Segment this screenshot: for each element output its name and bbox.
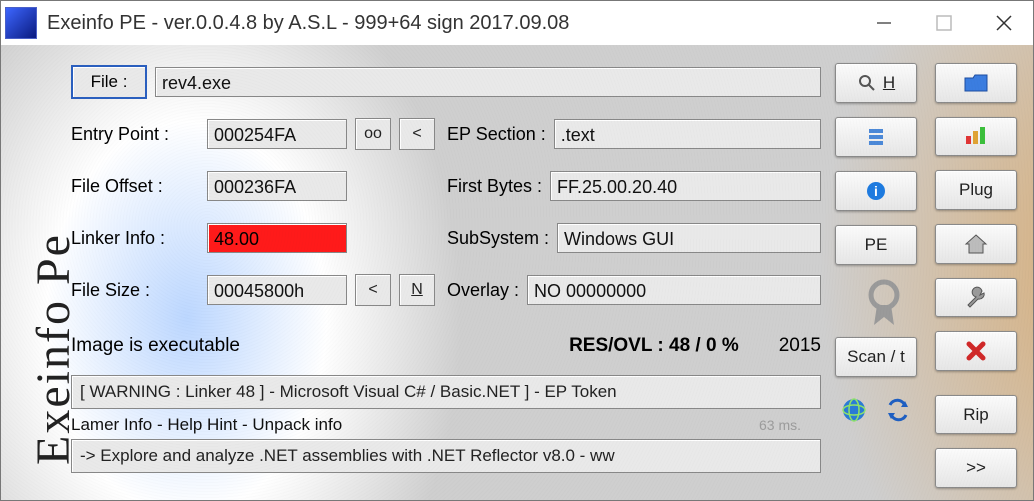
info-button[interactable]: i bbox=[835, 171, 917, 211]
window-body: Exeinfo Pe File : rev4.exe Entry Point :… bbox=[1, 45, 1033, 500]
refresh-button[interactable] bbox=[885, 397, 911, 426]
forward-button[interactable]: >> bbox=[935, 448, 1017, 488]
n-button[interactable]: N bbox=[399, 274, 435, 306]
main-panel: File : rev4.exe Entry Point : 000254FA o… bbox=[71, 63, 821, 488]
row-file-size: File Size : 00045800h < N Overlay : NO 0… bbox=[71, 271, 821, 309]
label-subsystem: SubSystem : bbox=[447, 228, 549, 249]
open-folder-button[interactable] bbox=[935, 63, 1017, 103]
wrench-icon bbox=[964, 285, 988, 309]
label-linker-info: Linker Info : bbox=[71, 228, 199, 249]
x-icon bbox=[965, 340, 987, 362]
label-ep-section: EP Section : bbox=[447, 124, 546, 145]
linker-info-field[interactable]: 48.00 bbox=[207, 223, 347, 253]
refresh-icon bbox=[885, 397, 911, 423]
app-icon bbox=[5, 7, 37, 39]
minimize-icon bbox=[875, 14, 893, 32]
bar-chart-icon bbox=[964, 126, 988, 146]
back-size-button[interactable]: < bbox=[355, 274, 391, 306]
maximize-button[interactable] bbox=[919, 5, 969, 41]
close-button[interactable] bbox=[979, 5, 1029, 41]
row-file: File : rev4.exe bbox=[71, 63, 821, 101]
file-path-field[interactable]: rev4.exe bbox=[155, 67, 821, 97]
web-button[interactable] bbox=[841, 397, 867, 426]
maximize-icon bbox=[935, 14, 953, 32]
chart-button[interactable] bbox=[935, 117, 1017, 157]
label-file-size: File Size : bbox=[71, 280, 199, 301]
minimize-button[interactable] bbox=[859, 5, 909, 41]
year-text: 2015 bbox=[779, 335, 821, 357]
toolbar-col-1: H i PE Scan / t bbox=[831, 63, 921, 488]
scan-timing-text: 63 ms. bbox=[759, 417, 801, 433]
mini-buttons-row bbox=[836, 397, 916, 426]
toolbar-col-2: Plug Rip >> bbox=[931, 63, 1021, 488]
overlay-field[interactable]: NO 00000000 bbox=[527, 275, 821, 305]
pe-button[interactable]: PE bbox=[835, 225, 917, 265]
compiler-info-field[interactable]: [ WARNING : Linker 48 ] - Microsoft Visu… bbox=[71, 375, 821, 409]
info-icon: i bbox=[865, 180, 887, 202]
first-bytes-field[interactable]: FF.25.00.20.40 bbox=[550, 171, 821, 201]
file-size-field[interactable]: 00045800h bbox=[207, 275, 347, 305]
h-label: H bbox=[883, 73, 895, 93]
label-entry-point: Entry Point : bbox=[71, 124, 199, 145]
oo-button[interactable]: oo bbox=[355, 118, 391, 150]
row-file-offset: File Offset : 000236FA First Bytes : FF.… bbox=[71, 167, 821, 205]
rip-button[interactable]: Rip bbox=[935, 395, 1017, 435]
status-row: Image is executable RES/OVL : 48 / 0 % 2… bbox=[71, 331, 821, 361]
ribbon-icon bbox=[864, 279, 888, 315]
folder-icon bbox=[963, 72, 989, 94]
plug-button[interactable]: Plug bbox=[935, 170, 1017, 210]
settings-button[interactable] bbox=[935, 278, 1017, 318]
delete-button[interactable] bbox=[935, 331, 1017, 371]
scan-button[interactable]: Scan / t bbox=[835, 337, 917, 377]
res-ovl-text: RES/OVL : 48 / 0 % bbox=[569, 335, 739, 357]
label-first-bytes: First Bytes : bbox=[447, 176, 542, 197]
ep-section-field[interactable]: .text bbox=[554, 119, 821, 149]
sections-button[interactable] bbox=[835, 117, 917, 157]
window-title: Exeinfo PE - ver.0.0.4.8 by A.S.L - 999+… bbox=[47, 12, 849, 35]
hint-field[interactable]: -> Explore and analyze .NET assemblies w… bbox=[71, 439, 821, 473]
exec-status-text: Image is executable bbox=[71, 335, 240, 357]
app-window: Exeinfo PE - ver.0.0.4.8 by A.S.L - 999+… bbox=[0, 0, 1034, 501]
titlebar: Exeinfo PE - ver.0.0.4.8 by A.S.L - 999+… bbox=[1, 1, 1033, 45]
search-h-button[interactable]: H bbox=[835, 63, 917, 103]
home-button[interactable] bbox=[935, 224, 1017, 264]
lamer-info-text: Lamer Info - Help Hint - Unpack info bbox=[71, 415, 342, 435]
globe-icon bbox=[841, 397, 867, 423]
home-icon bbox=[964, 233, 988, 255]
file-open-button[interactable]: File : bbox=[71, 65, 147, 99]
label-file-offset: File Offset : bbox=[71, 176, 199, 197]
row-entry-point: Entry Point : 000254FA oo < EP Section :… bbox=[71, 115, 821, 153]
content-area: File : rev4.exe Entry Point : 000254FA o… bbox=[71, 63, 1021, 488]
svg-text:i: i bbox=[874, 183, 878, 199]
stack-icon bbox=[865, 126, 887, 148]
back-ep-button[interactable]: < bbox=[399, 118, 435, 150]
lamer-info-row: Lamer Info - Help Hint - Unpack info 63 … bbox=[71, 415, 821, 435]
label-overlay: Overlay : bbox=[447, 280, 519, 301]
row-linker: Linker Info : 48.00 SubSystem : Windows … bbox=[71, 219, 821, 257]
subsystem-field[interactable]: Windows GUI bbox=[557, 223, 821, 253]
magnifier-icon bbox=[857, 73, 877, 93]
file-offset-field[interactable]: 000236FA bbox=[207, 171, 347, 201]
close-icon bbox=[994, 13, 1014, 33]
entry-point-field[interactable]: 000254FA bbox=[207, 119, 347, 149]
